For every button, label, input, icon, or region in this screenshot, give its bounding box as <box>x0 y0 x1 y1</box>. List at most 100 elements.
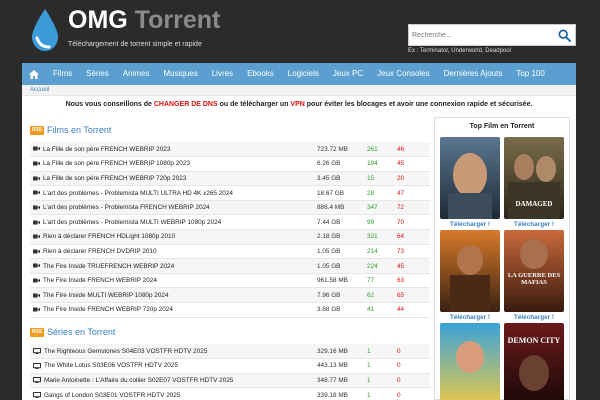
torrent-title-link[interactable]: L'art des problèmes - Problemista MULTI … <box>43 190 233 197</box>
torrent-seeders: 194 <box>367 156 397 172</box>
sidebar-title: Top Film en Torrent <box>469 123 535 130</box>
download-link-4[interactable]: Télécharger ! <box>504 314 564 321</box>
nav-home[interactable] <box>22 63 46 85</box>
film-camera-icon <box>33 176 40 181</box>
torrent-size: 1.05 GB <box>317 258 367 274</box>
table-row[interactable]: L'art des problèmes - Problemista FRENCH… <box>30 200 430 216</box>
movie-poster-5[interactable] <box>440 323 500 400</box>
search-input[interactable] <box>412 28 552 43</box>
download-link-2[interactable]: Télécharger ! <box>504 221 564 228</box>
table-row[interactable]: The Fire Inside FRENCH WEBRIP 720p 2024 3… <box>30 302 430 318</box>
change-dns-link[interactable]: CHANGER DE DNS <box>154 101 218 108</box>
home-icon <box>29 69 39 79</box>
nav-dernieres-ajouts[interactable]: Dernières Ajouts <box>437 63 510 85</box>
movie-poster-4[interactable] <box>504 230 564 312</box>
film-camera-icon <box>33 146 40 151</box>
poster-4-title: LA GUERRE DES MAFIAS <box>507 272 561 286</box>
torrent-title-link[interactable]: The Fire Inside MULTI WEBRIP 1080p 2024 <box>43 292 169 299</box>
nav-ebooks[interactable]: Ebooks <box>240 63 281 85</box>
nav-logiciels[interactable]: Logiciels <box>281 63 326 85</box>
nav-musiques[interactable]: Musiques <box>156 63 204 85</box>
movie-poster-1[interactable] <box>440 137 500 219</box>
nav-jeux-consoles[interactable]: Jeux Consoles <box>370 63 436 85</box>
rss-icon[interactable]: RSS <box>30 327 44 337</box>
table-row[interactable]: Rien à déclarer FRENCH DVDRIP 2010 1.05 G… <box>30 244 430 260</box>
movie-poster-3[interactable] <box>440 230 500 312</box>
torrent-seeders: 77 <box>367 273 397 289</box>
torrent-title-link[interactable]: L'art des problèmes - Problemista FRENCH… <box>43 204 210 211</box>
torrent-seeders: 1 <box>367 358 397 374</box>
torrent-leechers: 0 <box>397 373 430 389</box>
series-section-title[interactable]: RSS Séries en Torrent <box>30 327 115 337</box>
films-section-label: Films en Torrent <box>47 125 112 135</box>
table-row[interactable]: The Righteous Gemstones S04E03 VOSTFR HD… <box>30 344 430 360</box>
torrent-title-link[interactable]: Gangs of London S03E01 VOSTFR HDTV 2025 <box>44 392 180 399</box>
torrent-size: 6.26 GB <box>317 156 367 172</box>
download-link-1[interactable]: Télécharger ! <box>440 221 500 228</box>
films-section-title[interactable]: RSS Films en Torrent <box>30 125 111 135</box>
torrent-leechers: 20 <box>397 171 430 187</box>
table-row[interactable]: L'art des problèmes - Problemista MULTI … <box>30 214 430 231</box>
torrent-size: 2.18 GB <box>317 229 367 245</box>
nav-films[interactable]: Films <box>46 63 79 85</box>
poster-2-title: DAMAGED <box>515 200 553 208</box>
film-camera-icon <box>33 307 40 312</box>
torrent-title-link[interactable]: The Fire Inside FRENCH WEBRIP 720p 2024 <box>43 306 173 313</box>
film-camera-icon <box>33 263 40 268</box>
notice-text-2: ou de télécharger un <box>217 101 291 108</box>
torrent-leechers: 64 <box>397 229 430 245</box>
site-logo-text[interactable]: OMG Torrent <box>68 6 220 35</box>
torrent-title-link[interactable]: Rien à déclarer FRENCH HDLight 1080p 201… <box>43 233 175 240</box>
torrent-title-link[interactable]: The Fire Inside TRUEFRENCH WEBRIP 2024 <box>43 263 174 270</box>
nav-jeux-pc[interactable]: Jeux PC <box>326 63 370 85</box>
site-subtitle: Téléchargement de torrent simple et rapi… <box>68 41 202 48</box>
breadcrumb-home-link[interactable]: Accueil <box>30 87 49 93</box>
torrent-title-link[interactable]: Marie Antoinette : L'Affaire du collier … <box>44 377 233 384</box>
table-row[interactable]: The Fire Inside TRUEFRENCH WEBRIP 2024 1.… <box>30 258 430 274</box>
torrent-title-link[interactable]: The White Lotus S03E06 VOSTFR HDTV 2025 <box>44 362 178 369</box>
table-row[interactable]: La Fille de son père FRENCH WEBRIP 720p … <box>30 171 430 187</box>
torrent-seeders: 99 <box>367 214 397 231</box>
film-camera-icon <box>33 205 40 210</box>
movie-poster-6[interactable] <box>504 323 564 400</box>
vpn-link[interactable]: VPN <box>290 101 304 108</box>
dns-vpn-notice: Nous vous conseillons de CHANGER DE DNS … <box>22 101 576 108</box>
torrent-size: 329.16 MB <box>317 344 367 360</box>
table-row[interactable]: The Fire Inside MULTI WEBRIP 1080p 2024 7… <box>30 287 430 304</box>
table-row[interactable]: La Fille de son père FRENCH WEBRIP 2023 7… <box>30 142 430 158</box>
torrent-title-link[interactable]: La Fille de son père FRENCH WEBRIP 2023 <box>43 146 170 153</box>
film-camera-icon <box>33 293 40 298</box>
water-drop-icon[interactable] <box>30 8 60 52</box>
tv-screen-icon <box>33 347 41 354</box>
torrent-seeders: 1 <box>367 373 397 389</box>
torrent-leechers: 0 <box>397 344 430 360</box>
table-row[interactable]: The Fire Inside FRENCH WEBRIP 2024 961.58… <box>30 273 430 289</box>
table-row[interactable]: The White Lotus S03E06 VOSTFR HDTV 2025 4… <box>30 358 430 374</box>
table-row[interactable]: Marie Antoinette : L'Affaire du collier … <box>30 373 430 389</box>
torrent-size: 3.45 GB <box>317 171 367 187</box>
search-icon[interactable] <box>558 29 571 42</box>
table-row[interactable]: La Fille de son père FRENCH WEBRIP 1080p… <box>30 156 430 172</box>
table-row[interactable]: Gangs of London S03E01 VOSTFR HDTV 2025 3… <box>30 387 430 400</box>
logo-part-2: Torrent <box>134 6 221 34</box>
nav-animes[interactable]: Animes <box>116 63 157 85</box>
nav-top-100[interactable]: Top 100 <box>509 63 551 85</box>
nav-livres[interactable]: Livres <box>205 63 240 85</box>
torrent-title-link[interactable]: Rien à déclarer FRENCH DVDRIP 2010 <box>43 248 157 255</box>
nav-series[interactable]: Séries <box>79 63 116 85</box>
torrent-seeders: 28 <box>367 185 397 201</box>
torrent-size: 723.72 MB <box>317 142 367 158</box>
breadcrumb: Accueil <box>22 85 576 96</box>
download-link-3[interactable]: Télécharger ! <box>440 314 500 321</box>
torrent-title-link[interactable]: The Righteous Gemstones S04E03 VOSTFR HD… <box>44 348 207 355</box>
torrent-title-link[interactable]: The Fire Inside FRENCH WEBRIP 2024 <box>43 277 157 284</box>
torrent-leechers: 70 <box>397 214 430 231</box>
torrent-title-link[interactable]: La Fille de son père FRENCH WEBRIP 1080p… <box>43 160 190 167</box>
table-row[interactable]: Rien à déclarer FRENCH HDLight 1080p 201… <box>30 229 430 245</box>
torrent-title-link[interactable]: L'art des problèmes - Problemista MULTI … <box>43 219 221 226</box>
film-camera-icon <box>33 161 40 166</box>
table-row[interactable]: L'art des problèmes - Problemista MULTI … <box>30 185 430 201</box>
torrent-leechers: 63 <box>397 273 430 289</box>
rss-icon[interactable]: RSS <box>30 125 44 135</box>
torrent-title-link[interactable]: La Fille de son père FRENCH WEBRIP 720p … <box>43 175 186 182</box>
